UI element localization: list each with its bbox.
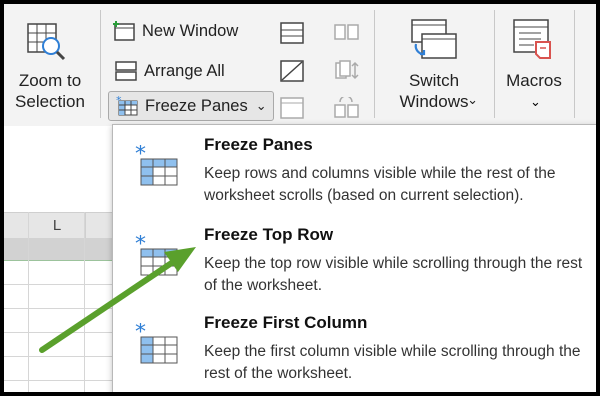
excel-window: Zoom to Selection New Window Arrange All	[4, 4, 596, 392]
annotation-arrow	[39, 247, 196, 353]
